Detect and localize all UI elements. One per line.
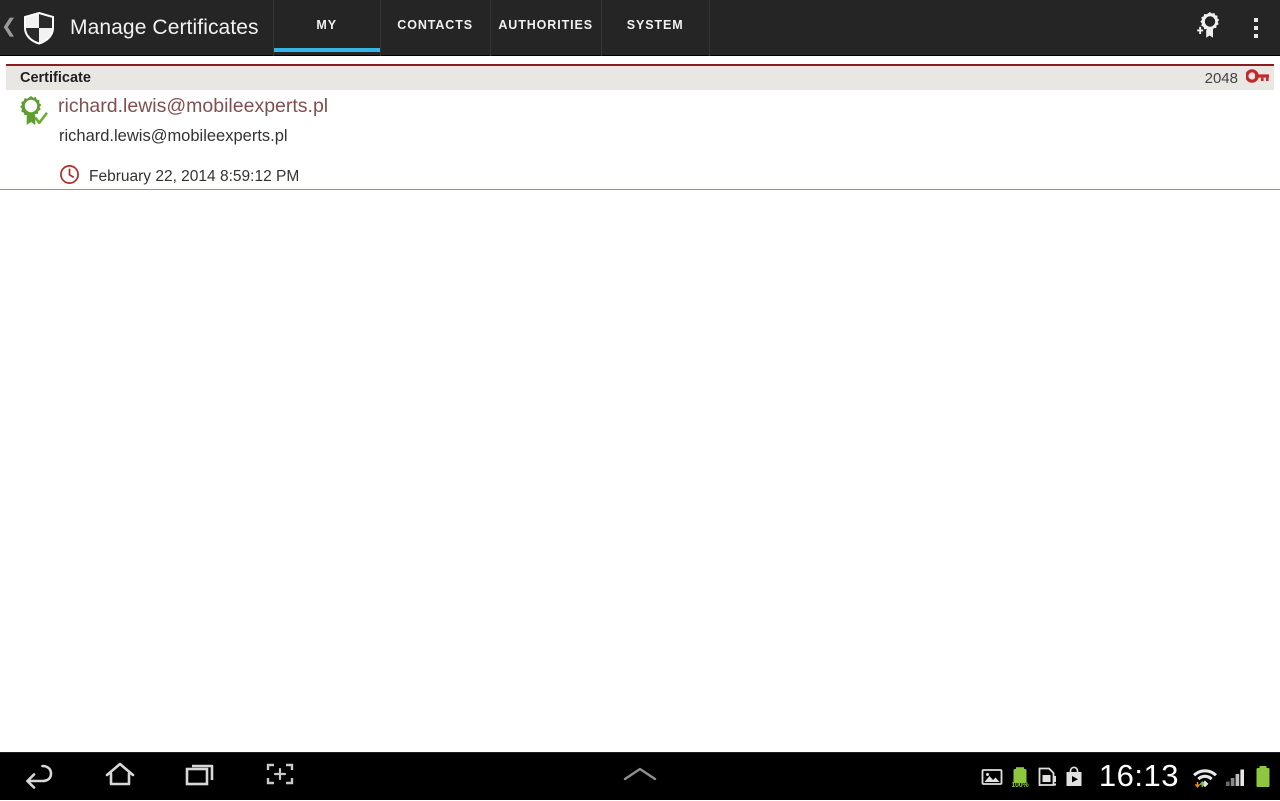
tab-system[interactable]: SYSTEM (602, 0, 710, 56)
tab-system-label: SYSTEM (627, 18, 684, 32)
status-clock: 16:13 (1099, 760, 1179, 794)
certificate-date: February 22, 2014 8:59:12 PM (89, 168, 299, 186)
chevron-up-icon[interactable] (617, 763, 663, 790)
screenshot-button[interactable] (240, 753, 320, 801)
key-size-label: 2048 (1205, 70, 1238, 87)
page-title: Manage Certificates (70, 16, 259, 40)
add-certificate-button[interactable] (1184, 0, 1232, 56)
screenshot-icon (263, 759, 297, 794)
battery-icon (1254, 765, 1272, 789)
tab-authorities-label: AUTHORITIES (498, 18, 593, 32)
sim-card-alert-icon (1037, 766, 1057, 788)
battery-percent-label: 100% (1011, 782, 1028, 789)
chevron-left-icon[interactable]: ❮ (0, 0, 18, 56)
overflow-menu-icon (1254, 18, 1258, 22)
tab-my-label: MY (316, 18, 337, 32)
recents-button[interactable] (160, 753, 240, 801)
screenshot-notification-icon (981, 767, 1003, 787)
key-icon (1246, 68, 1270, 89)
tab-contacts[interactable]: CONTACTS (381, 0, 491, 56)
list-header: Certificate 2048 (6, 64, 1274, 90)
tab-my[interactable]: MY (273, 0, 381, 56)
certificate-title: richard.lewis@mobileexperts.pl (58, 95, 328, 118)
home-icon (103, 759, 137, 794)
certificate-date-row: February 22, 2014 8:59:12 PM (59, 164, 299, 190)
overflow-menu-icon-dot3 (1254, 34, 1258, 38)
table-row[interactable]: richard.lewis@mobileexperts.pl richard.l… (0, 92, 1280, 190)
battery-full-notification-icon: 100% (1010, 766, 1030, 788)
list-header-right: 2048 (1205, 68, 1270, 89)
tab-bar: MY CONTACTS AUTHORITIES SYSTEM (273, 0, 710, 56)
overflow-menu-icon-dot2 (1254, 26, 1258, 30)
home-button[interactable] (80, 753, 160, 801)
play-store-icon (1064, 766, 1084, 788)
tab-authorities[interactable]: AUTHORITIES (491, 0, 602, 56)
certificate-verified-icon (17, 95, 51, 129)
cellular-signal-icon (1225, 766, 1247, 788)
back-button[interactable] (0, 753, 80, 801)
tab-contacts-label: CONTACTS (397, 18, 473, 32)
clock-icon (59, 164, 80, 190)
back-icon (23, 759, 57, 794)
system-navigation-bar: 100% 16:13 (0, 752, 1280, 800)
action-bar: ❮ Manage Certificates MY CONTACTS (0, 0, 1280, 56)
overflow-menu-button[interactable] (1232, 0, 1280, 56)
certificate-subtitle: richard.lewis@mobileexperts.pl (59, 127, 288, 146)
status-tray[interactable]: 100% 16:13 (981, 753, 1280, 801)
recents-icon (183, 759, 217, 794)
list-header-title: Certificate (20, 70, 91, 86)
shield-icon (19, 8, 59, 48)
wifi-icon (1192, 765, 1218, 789)
add-certificate-icon (1193, 10, 1223, 45)
